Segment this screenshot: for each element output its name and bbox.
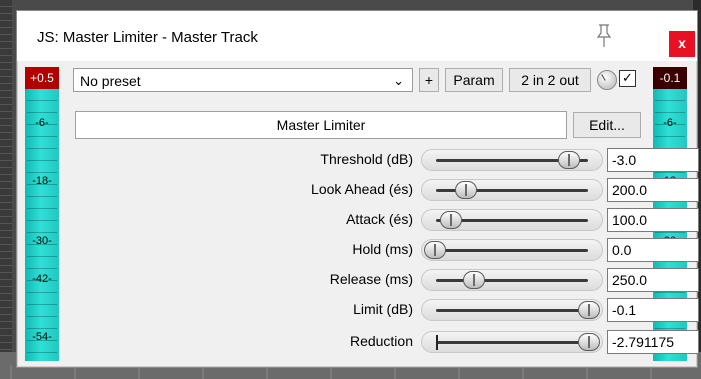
io-routing-button[interactable]: 2 in 2 out [509, 68, 591, 92]
wet-dry-knob[interactable] [597, 70, 617, 90]
slider-thumb[interactable] [463, 271, 485, 289]
meter-tick: -54- [32, 331, 52, 343]
slider-row-attack: Attack (és) 100.0 [75, 207, 699, 233]
reduction-readout: -2.791175 [607, 330, 699, 354]
slider-groove [436, 279, 588, 282]
param-button[interactable]: Param [445, 68, 503, 92]
slider-thumb[interactable] [558, 151, 581, 169]
hold-input[interactable]: 0.0 [607, 238, 699, 262]
output-peak-readout[interactable]: -0.1 [653, 67, 687, 89]
slider-thumb[interactable] [578, 333, 601, 351]
slider-label: Hold (ms) [352, 241, 413, 257]
hold-slider[interactable] [421, 239, 603, 261]
close-button[interactable]: x [669, 31, 695, 57]
bypass-checkbox[interactable]: ✓ [619, 70, 636, 87]
preset-dropdown[interactable]: No preset ⌄ [73, 68, 413, 92]
slider-row-release: Release (ms) 250.0 [75, 267, 699, 293]
title-bar[interactable]: JS: Master Limiter - Master Track x [17, 11, 697, 61]
slider-label: Threshold (dB) [320, 151, 413, 167]
add-preset-button[interactable]: + [419, 68, 439, 92]
preset-value: No preset [80, 73, 141, 89]
slider-thumb[interactable] [439, 211, 462, 229]
meter-tick: -30- [32, 235, 52, 247]
slider-thumb[interactable] [455, 181, 478, 199]
edit-button[interactable]: Edit... [573, 112, 641, 138]
lookahead-slider[interactable] [421, 179, 603, 201]
lookahead-input[interactable]: 200.0 [607, 178, 699, 202]
meter-tick: -18- [32, 175, 52, 187]
slider-row-reduction: Reduction -2.791175 [75, 329, 699, 355]
slider-label: Limit (dB) [353, 301, 413, 317]
slider-label: Look Ahead (és) [311, 181, 413, 197]
slider-label: Attack (és) [346, 211, 413, 227]
plugin-name-label: Master Limiter [75, 111, 567, 139]
slider-row-limit: Limit (dB) -0.1 [75, 297, 699, 323]
meter-tick: -42- [32, 273, 52, 285]
attack-input[interactable]: 100.0 [607, 208, 699, 232]
limit-slider[interactable] [421, 299, 603, 321]
input-meter-left: +0.5 -6- -18- -30- -42- -54- [25, 67, 59, 361]
threshold-slider[interactable] [421, 149, 603, 171]
reduction-marker [436, 335, 438, 350]
slider-groove [436, 341, 588, 344]
slider-row-threshold: Threshold (dB) -3.0 [75, 147, 699, 173]
meter-tick: -6- [35, 117, 49, 129]
input-peak-readout[interactable]: +0.5 [25, 67, 59, 89]
slider-row-lookahead: Look Ahead (és) 200.0 [75, 177, 699, 203]
reduction-meter[interactable] [421, 331, 603, 353]
slider-row-hold: Hold (ms) 0.0 [75, 237, 699, 263]
fx-window: JS: Master Limiter - Master Track x +0.5… [16, 10, 699, 368]
attack-slider[interactable] [421, 209, 603, 231]
threshold-input[interactable]: -3.0 [607, 148, 699, 172]
release-input[interactable]: 250.0 [607, 268, 699, 292]
meter-tick: -6- [663, 117, 677, 129]
slider-groove [436, 309, 588, 312]
meter-scale-lines [27, 89, 57, 361]
slider-thumb[interactable] [578, 301, 601, 319]
limit-input[interactable]: -0.1 [607, 298, 699, 322]
slider-thumb[interactable] [424, 241, 446, 259]
window-title: JS: Master Limiter - Master Track [37, 29, 258, 46]
slider-label: Release (ms) [329, 271, 413, 287]
chevron-down-icon: ⌄ [393, 73, 404, 88]
pin-icon[interactable] [595, 23, 613, 49]
slider-label: Reduction [349, 333, 413, 349]
release-slider[interactable] [421, 269, 603, 291]
slider-groove [436, 249, 588, 252]
host-track-strip [0, 0, 12, 379]
